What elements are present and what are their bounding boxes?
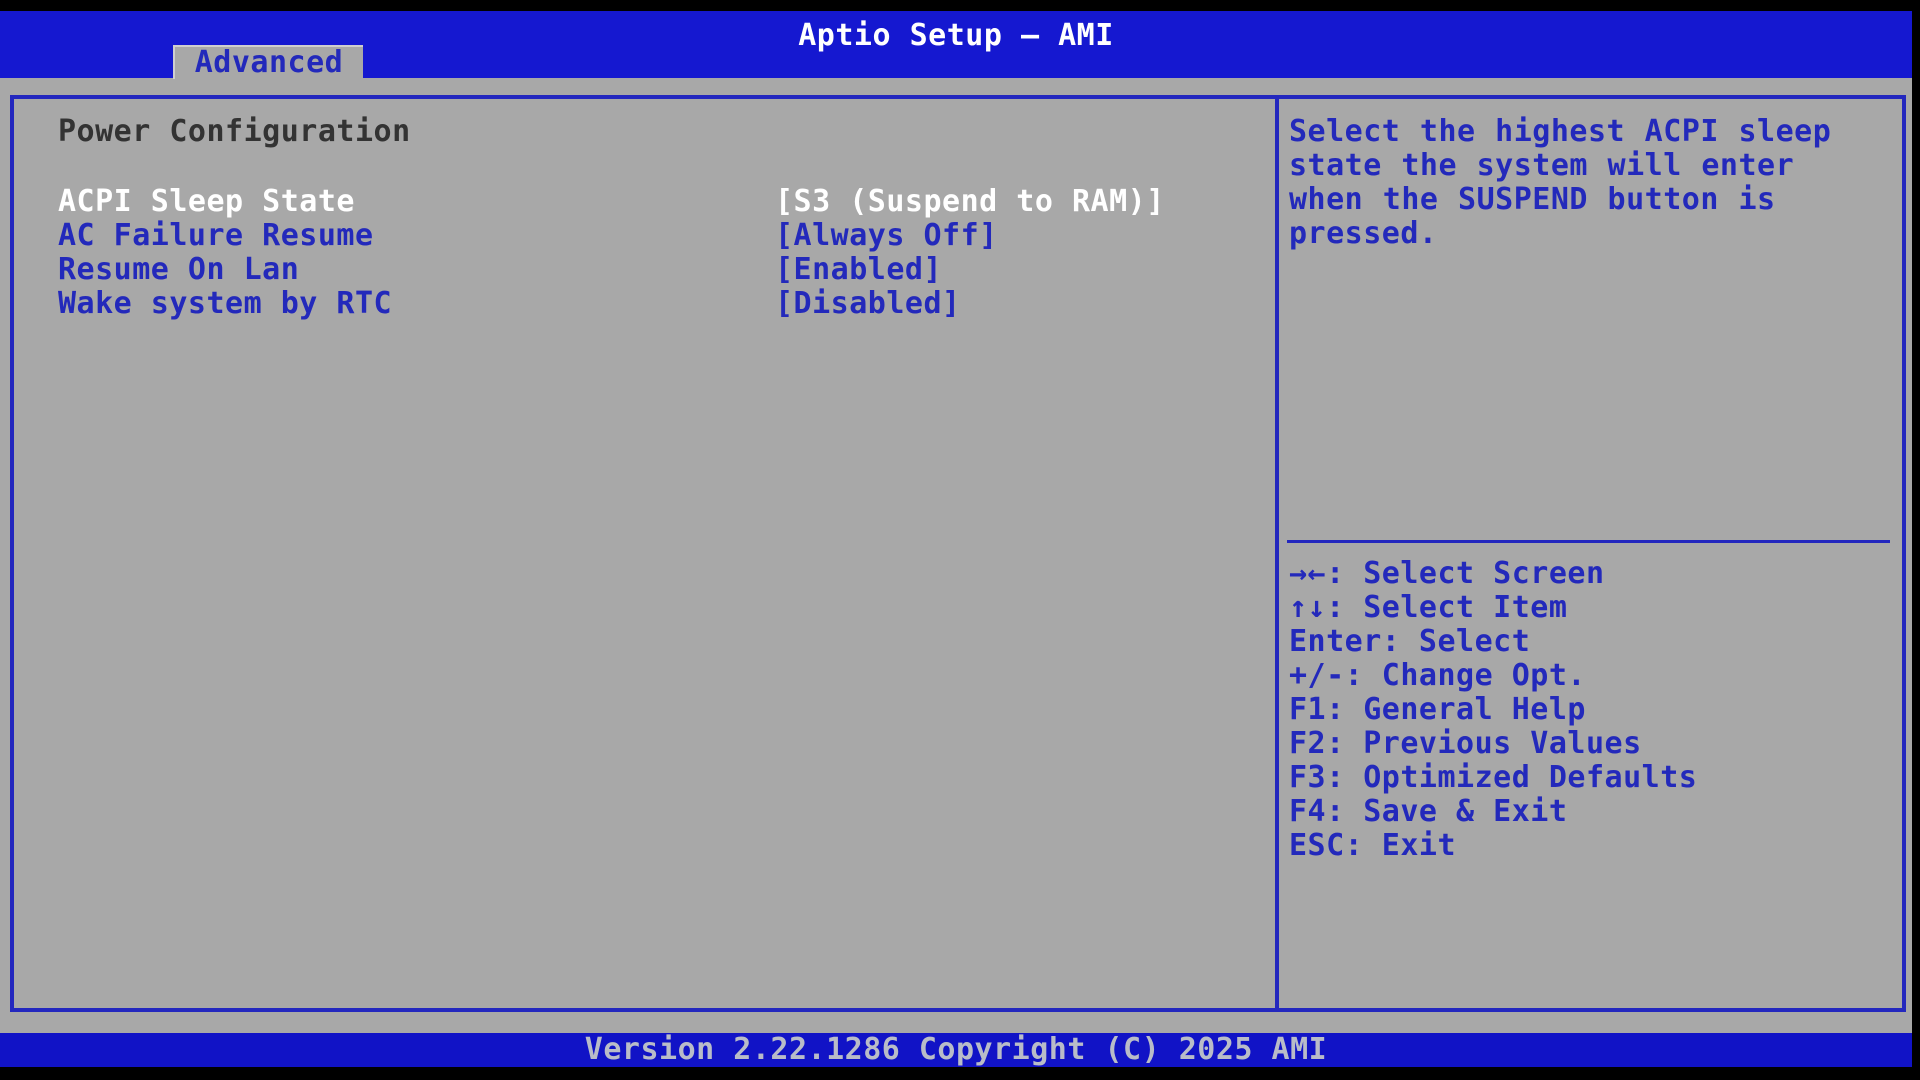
legend-select-item: ↑↓: Select Item	[1289, 590, 1568, 625]
menu-item-wake-system-by-rtc[interactable]: Wake system by RTC [Disabled]	[58, 287, 1275, 321]
key-legend: →←: Select Screen ↑↓: Select Item Enter:…	[1289, 543, 1890, 863]
content-background: Power Configuration ACPI Sleep State [S3…	[0, 78, 1912, 1033]
menu-item-value: [Disabled]	[775, 286, 961, 321]
menu-item-label: ACPI Sleep State	[58, 184, 355, 219]
menu-item-label: AC Failure Resume	[58, 218, 374, 253]
help-pane: Select the highest ACPI sleep state the …	[1275, 99, 1902, 1008]
bios-setup-screen: Aptio Setup – AMI Advanced Power Configu…	[0, 0, 1920, 1080]
legend-enter-select: Enter: Select	[1289, 624, 1531, 659]
menu-item-label: Resume On Lan	[58, 252, 300, 287]
menu-item-resume-on-lan[interactable]: Resume On Lan [Enabled]	[58, 253, 1275, 287]
footer-bar: Version 2.22.1286 Copyright (C) 2025 AMI	[0, 1033, 1912, 1067]
legend-change-opt: +/-: Change Opt.	[1289, 658, 1586, 693]
legend-select-screen: →←: Select Screen	[1289, 556, 1605, 591]
legend-f1-general-help: F1: General Help	[1289, 692, 1586, 727]
menu-item-value: [S3 (Suspend to RAM)]	[775, 184, 1165, 219]
legend-f4-save-exit: F4: Save & Exit	[1289, 794, 1568, 829]
version-text: Version 2.22.1286 Copyright (C) 2025 AMI	[584, 1032, 1328, 1067]
menu-item-value: [Enabled]	[775, 252, 943, 287]
legend-f3-optimized-defaults: F3: Optimized Defaults	[1289, 760, 1698, 795]
setup-panel: Power Configuration ACPI Sleep State [S3…	[10, 95, 1906, 1012]
legend-esc-exit: ESC: Exit	[1289, 828, 1457, 863]
menu-item-list: ACPI Sleep State [S3 (Suspend to RAM)] A…	[58, 185, 1275, 321]
section-title: Power Configuration	[58, 114, 411, 149]
help-text: Select the highest ACPI sleep state the …	[1289, 114, 1832, 251]
menu-item-value: [Always Off]	[775, 218, 998, 253]
menu-item-label: Wake system by RTC	[58, 286, 393, 321]
tab-advanced-label: Advanced	[194, 45, 344, 80]
tab-advanced[interactable]: Advanced	[173, 45, 363, 79]
menu-item-acpi-sleep-state[interactable]: ACPI Sleep State [S3 (Suspend to RAM)]	[58, 185, 1275, 219]
options-pane: Power Configuration ACPI Sleep State [S3…	[14, 99, 1275, 1008]
menu-item-ac-failure-resume[interactable]: AC Failure Resume [Always Off]	[58, 219, 1275, 253]
legend-f2-previous-values: F2: Previous Values	[1289, 726, 1642, 761]
